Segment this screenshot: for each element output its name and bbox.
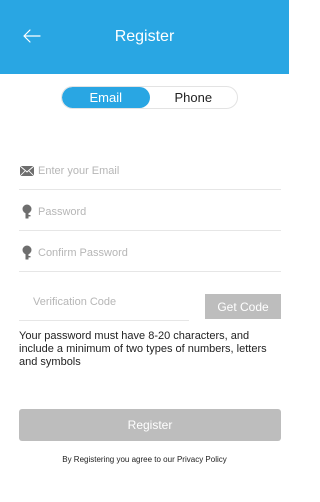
password-field-row: [19, 193, 281, 231]
get-code-button[interactable]: Get Code: [205, 294, 281, 319]
tab-email[interactable]: Email: [62, 87, 150, 108]
email-field-row: [19, 152, 281, 190]
privacy-agreement-text: By Registering you agree to our Privacy …: [62, 455, 227, 464]
confirm-password-field-row: [19, 234, 281, 272]
page-title: Register: [114, 28, 175, 45]
app-header: Register: [0, 0, 289, 74]
password-hint: Your password must have 8-20 characters,…: [19, 330, 267, 368]
verification-code-input[interactable]: [19, 295, 183, 308]
register-button[interactable]: Register: [19, 409, 281, 441]
tab-phone[interactable]: Phone: [150, 87, 238, 108]
register-method-toggle: Email Phone: [61, 86, 238, 109]
envelope-icon: [19, 163, 35, 179]
confirm-password-input[interactable]: [38, 246, 268, 259]
email-input[interactable]: [38, 164, 268, 177]
password-input[interactable]: [38, 205, 268, 218]
verification-code-row: [19, 283, 189, 321]
key-icon: [19, 245, 35, 261]
key-icon: [19, 204, 35, 220]
